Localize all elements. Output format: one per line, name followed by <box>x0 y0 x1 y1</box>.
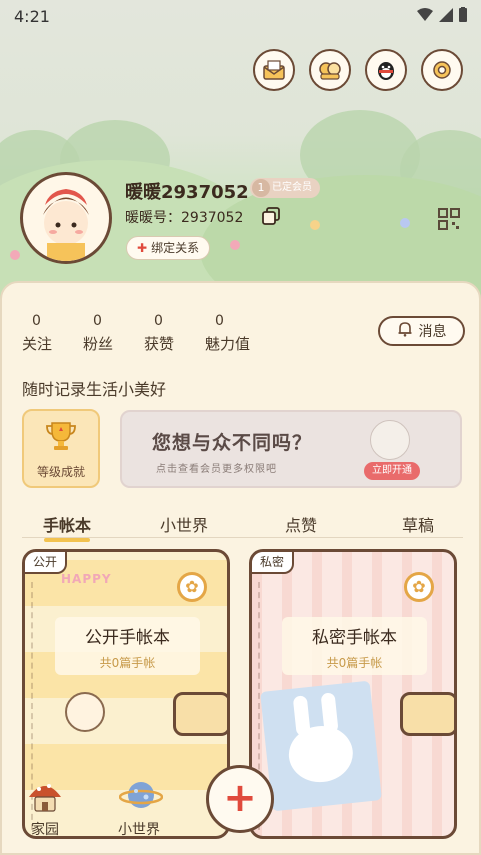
penguin-icon[interactable] <box>365 49 407 91</box>
stat-value: 0 <box>154 313 163 329</box>
status-time: 4:21 <box>14 6 50 26</box>
banner-title: 您想与众不同吗？ <box>152 432 313 454</box>
notebook-count: 共0篇手帐 <box>326 656 383 670</box>
notebook-label: 私密手帐本 共0篇手帐 <box>282 617 427 675</box>
open-vip-button[interactable]: 立即开通 <box>364 462 420 480</box>
plus-icon: ✚ <box>137 241 148 255</box>
stat-label: 关注 <box>22 335 53 353</box>
notebook-settings-icon[interactable]: ✿ <box>177 572 207 602</box>
content-tabs: 手帐本 小世界 点赞 草稿 <box>22 512 463 542</box>
stat-followers[interactable]: 0 粉丝 <box>83 313 144 354</box>
top-actions <box>253 49 463 91</box>
notebook-clasp <box>400 692 454 736</box>
achievement-label: 等级成就 <box>36 465 85 479</box>
motto-text: 随时记录生活小美好 <box>22 380 167 399</box>
planet-icon <box>118 775 164 815</box>
vip-badge[interactable]: 1 已定会员 <box>250 178 320 198</box>
bind-relation-button[interactable]: ✚ 绑定关系 <box>126 236 211 260</box>
battery-icon <box>459 6 467 26</box>
notebook-tag: 公开 <box>25 552 68 574</box>
settings-icon[interactable] <box>421 49 463 91</box>
stat-value: 0 <box>93 313 102 329</box>
bind-relation-label: 绑定关系 <box>151 241 200 255</box>
tab-small-world[interactable]: 小世界 <box>139 512 229 536</box>
create-button[interactable]: + <box>206 765 274 833</box>
stats-row: 0 关注 0 粉丝 0 获赞 0 魅力值 <box>22 313 266 354</box>
nav-small-world-label: 小世界 <box>118 822 160 838</box>
stat-charm[interactable]: 0 魅力值 <box>205 313 266 354</box>
mail-icon[interactable] <box>253 49 295 91</box>
bottom-nav: 家园 + 小世界 <box>0 765 481 855</box>
stat-label: 粉丝 <box>83 335 114 353</box>
nav-home-label: 家园 <box>31 822 59 838</box>
notebook-clasp <box>173 692 227 736</box>
stat-value: 0 <box>215 313 224 329</box>
girl-sticker <box>65 692 105 732</box>
copy-icon[interactable] <box>262 207 280 225</box>
stat-label: 获赞 <box>144 335 175 353</box>
user-id: 暖暖号：2937052 <box>125 210 244 226</box>
vip-banner[interactable]: 您想与众不同吗？ 点击查看会员更多权限吧 立即开通 <box>120 410 462 488</box>
messages-label: 消息 <box>418 324 447 340</box>
banner-subtitle: 点击查看会员更多权限吧 <box>156 464 277 475</box>
stat-likes[interactable]: 0 获赞 <box>144 313 205 354</box>
tab-drafts[interactable]: 草稿 <box>373 512 463 536</box>
profile-screen: 4:21 暖暖2937052 1 已定会员 暖暖号：2937052 ✚ 绑定关系… <box>0 0 481 855</box>
notebook-settings-icon[interactable]: ✿ <box>404 572 434 602</box>
stat-following[interactable]: 0 关注 <box>22 313 83 354</box>
stat-value: 0 <box>32 313 41 329</box>
girl-illustration <box>370 420 410 460</box>
notebook-count: 共0篇手帐 <box>99 656 156 670</box>
notebook-tag: 私密 <box>252 552 295 574</box>
qr-code-icon[interactable] <box>438 208 460 230</box>
avatar[interactable] <box>20 172 112 264</box>
nickname: 暖暖2937052 <box>125 182 249 203</box>
nav-small-world[interactable]: 小世界 <box>118 775 164 839</box>
happy-deco: HAPPY <box>61 572 112 586</box>
trophy-icon <box>24 419 98 461</box>
vip-badge-text: 已定会员 <box>272 182 312 193</box>
messages-button[interactable]: 消息 <box>378 316 465 346</box>
tabs-divider <box>22 537 463 538</box>
stat-label: 魅力值 <box>205 335 251 353</box>
vip-level: 1 <box>252 179 270 197</box>
status-bar: 4:21 <box>0 0 481 32</box>
achievement-button[interactable]: 等级成就 <box>22 409 100 488</box>
tab-likes[interactable]: 点赞 <box>256 512 346 536</box>
avatars-icon[interactable] <box>309 49 351 91</box>
notebook-label: 公开手帐本 共0篇手帐 <box>55 617 200 675</box>
tab-notebook[interactable]: 手帐本 <box>22 512 112 542</box>
wifi-icon <box>417 7 433 26</box>
bell-icon <box>397 321 413 341</box>
nav-home[interactable]: 家园 <box>25 775 65 839</box>
mushroom-house-icon <box>25 775 65 815</box>
notebook-name: 公开手帐本 <box>85 628 170 648</box>
notebook-name: 私密手帐本 <box>312 628 397 648</box>
signal-icon <box>439 7 453 26</box>
